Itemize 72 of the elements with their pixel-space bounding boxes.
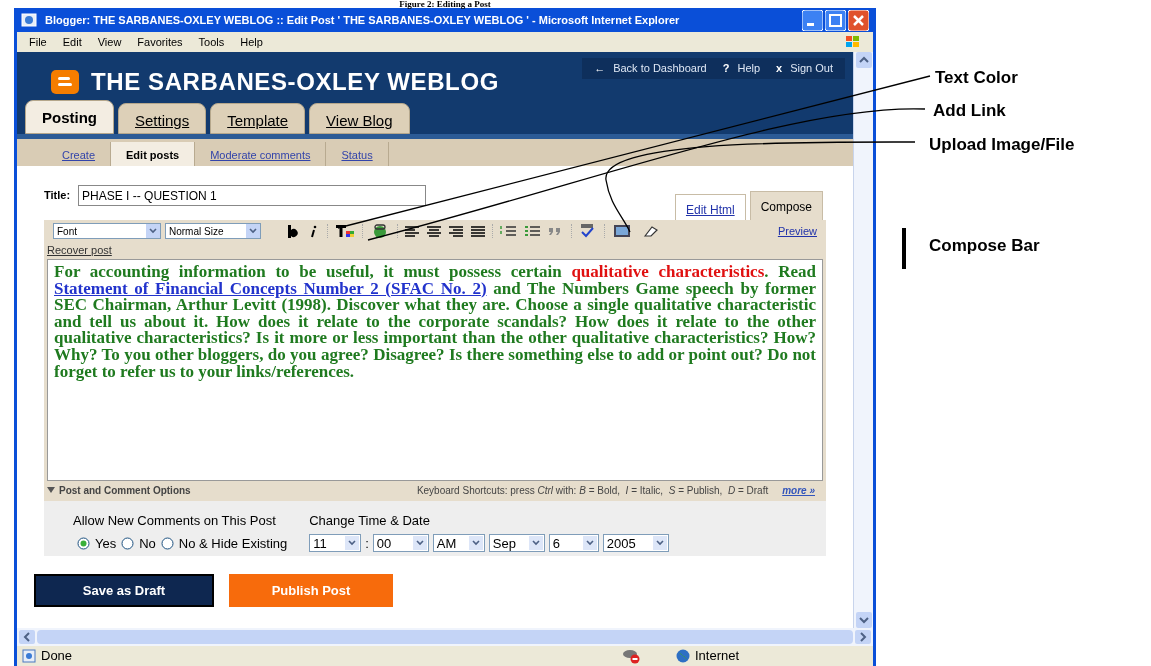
save-draft-button[interactable]: Save as Draft [34,574,214,607]
align-center-icon[interactable] [424,223,444,239]
radio-option[interactable]: Yes [77,533,117,553]
close-icon[interactable] [848,9,869,31]
tab[interactable]: Posting [25,100,114,134]
blog-title: THE SARBANES-OXLEY WEBLOG [91,67,499,97]
annotation-label: Upload Image/File [929,134,1075,156]
menu-item[interactable]: Help [240,33,263,51]
date-select[interactable]: AM [432,534,485,553]
maximize-icon[interactable] [825,9,846,31]
header-link[interactable]: ← Back to Dashboard [586,58,715,79]
size-select[interactable]: Normal Size [165,223,261,239]
date-select[interactable]: 2005 [602,534,669,553]
date-select[interactable]: 6 [548,534,599,553]
date-select[interactable]: 11 [309,534,362,553]
post-body[interactable]: For accounting information to be useful, it must possess certain qualitative characteristics. Read Statement of Financial Concepts Number 2 (SFAC No. 2) and The Numbers Game speech by former SEC Chairman, Arthur Levitt (1998). Discover what they are. Choose a single qualitative characteristic and tell us about it. How does it relate to the corporate scandals? How does it relate to the other qualitative characteristics? Is it more or less important than the other qualitative characteristics? How? Why? To you other bloggers, do you agree? Disagree? Is there something else to add or point out? Do not forget to refer us to your links/references. [47,259,823,481]
scroll-left-icon[interactable] [19,630,35,644]
align-left-icon[interactable] [402,223,422,239]
radio-button[interactable] [77,536,90,550]
scroll-up-icon[interactable] [855,52,872,68]
justify-icon[interactable] [468,223,488,239]
annotation-label: Text Color [935,67,1018,89]
time-separator: : [365,534,369,553]
date-select[interactable]: 00 [372,534,429,553]
scroll-right-icon[interactable] [855,630,871,644]
radio-option[interactable]: No & Hide Existing [160,533,288,553]
radio-button[interactable] [160,536,174,550]
editor-tab[interactable]: Edit Html [674,194,746,220]
bullet-list-icon[interactable] [523,223,543,239]
page-icon [21,648,37,664]
horizontal-scrollbar[interactable] [17,628,873,646]
menu-item[interactable]: Edit [62,33,82,51]
tab[interactable]: Settings [118,103,207,134]
tab[interactable]: Template [210,103,306,134]
subtab[interactable]: Edit posts [111,142,196,166]
triangle-down-icon [47,487,55,493]
radio-option[interactable]: No [121,533,156,553]
more-link[interactable]: more » [782,482,815,498]
font-select[interactable]: Font [53,223,161,239]
date-label: Change Time & Date [309,512,431,530]
menu-item[interactable]: File [29,33,47,51]
zone-label: Internet [695,647,740,666]
menu-item[interactable]: Tools [198,33,225,51]
annotation-label: Add Link [933,100,1006,122]
subtab[interactable]: Status [326,142,389,166]
annotation-label: Compose Bar [929,235,1040,257]
radio-button[interactable] [121,536,135,550]
bracket-bar [902,228,906,269]
globe-icon [675,648,691,664]
vertical-scrollbar[interactable] [853,52,873,628]
keyboard-shortcuts-text: Keyboard Shortcuts: press Ctrl with: B = Bold, I = Italic, S = Publish, D = Draft [416,483,769,498]
recover-post-link[interactable]: Recover post [44,242,826,259]
align-right-icon[interactable] [446,223,466,239]
browser-icon [21,12,37,28]
date-select[interactable]: Sep [488,534,545,553]
options-toggle[interactable]: Post and Comment Options [47,482,191,498]
status-text: Done [41,647,74,666]
tab[interactable]: View Blog [309,103,410,134]
preview-link[interactable]: Preview [777,222,817,240]
menu-item[interactable]: Favorites [137,33,183,51]
editor-tab[interactable]: Compose [749,191,823,220]
scroll-down-icon[interactable] [855,612,872,628]
header-link[interactable]: x Sign Out [768,58,841,79]
minimize-icon[interactable] [802,9,823,31]
figure-caption: Figure 2: Editing a Post [399,0,491,8]
subtab[interactable]: Moderate comments [195,142,327,166]
title-field[interactable]: PHASE I -- QUESTION 1 [78,185,427,206]
comments-label: Allow New Comments on This Post [73,512,277,530]
title-label: Title: [44,188,71,204]
header-link[interactable]: ? Help [714,58,769,79]
window-title: Blogger: THE SARBANES-OXLEY WEBLOG :: Edit Post ' THE SARBANES-OXLEY WEBLOG ' - Microsoft Internet Explorer [45,12,681,28]
menu-item[interactable]: View [97,33,122,51]
